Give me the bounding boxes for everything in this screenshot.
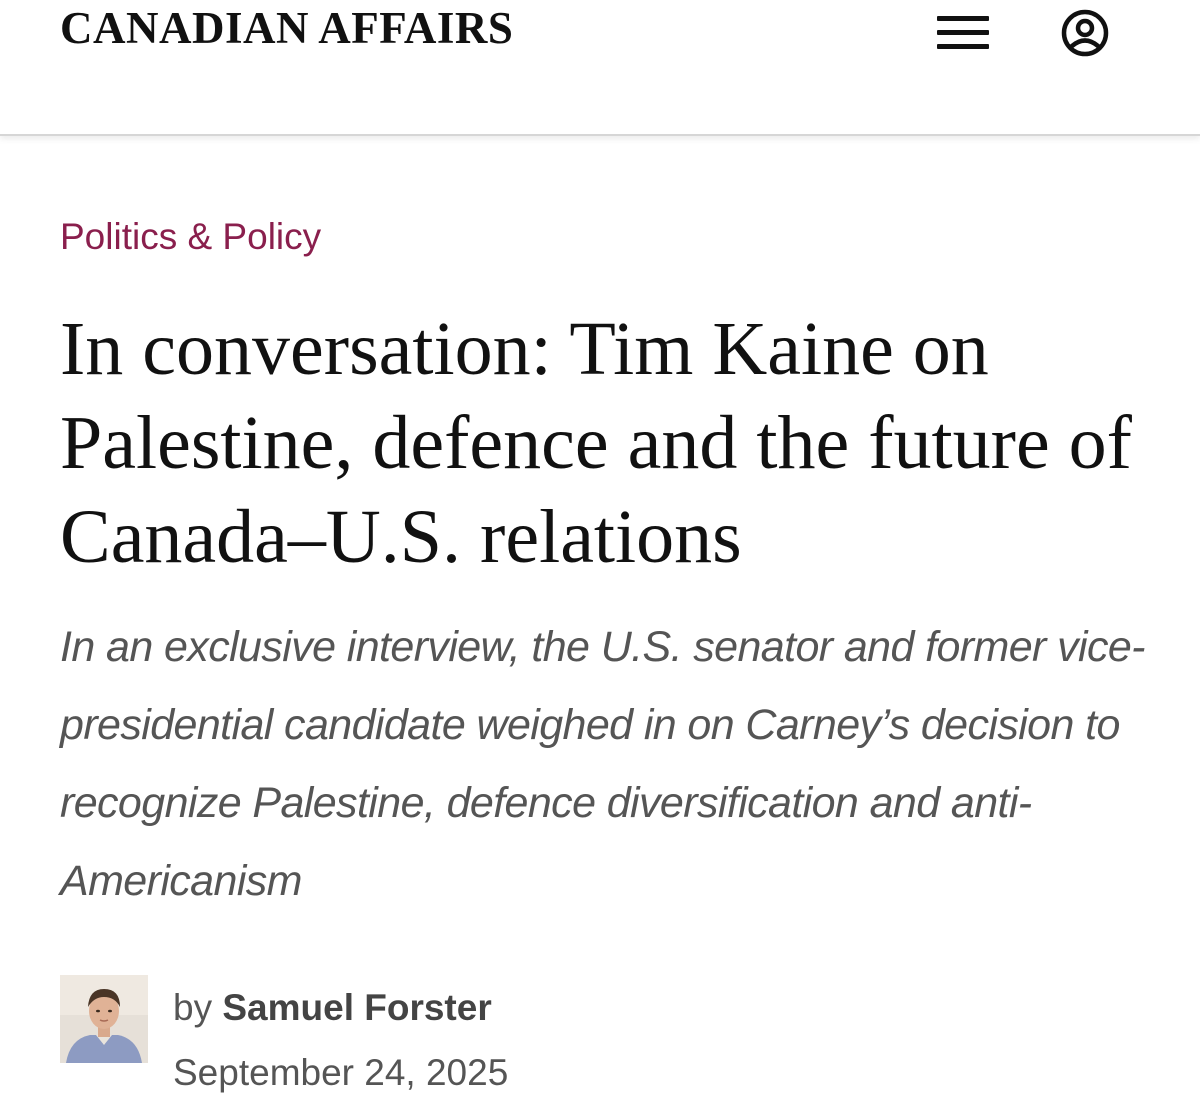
byline: by Samuel Forster September 24, 2025: [60, 975, 760, 1105]
site-header: CANADIAN AFFAIRS: [0, 0, 1200, 136]
menu-bar: [937, 30, 989, 35]
author-avatar[interactable]: [60, 975, 148, 1063]
menu-bar: [937, 16, 989, 21]
author-photo: [60, 975, 148, 1063]
menu-bar: [937, 44, 989, 49]
byline-prefix: by: [173, 987, 213, 1028]
hamburger-menu-icon[interactable]: [935, 14, 991, 54]
site-logo[interactable]: CANADIAN AFFAIRS: [60, 2, 513, 54]
category-link[interactable]: Politics & Policy: [60, 212, 321, 262]
user-circle-icon: [1061, 9, 1109, 57]
user-account-icon[interactable]: [1060, 8, 1110, 58]
article-headline: In conversation: Tim Kaine on Palestine,…: [60, 307, 1132, 579]
publish-date: September 24, 2025: [173, 1052, 509, 1093]
author-name-link[interactable]: Samuel Forster: [222, 987, 491, 1028]
article-dek: In an exclusive interview, the U.S. sena…: [60, 623, 1146, 905]
byline-author-line: by Samuel Forster: [173, 983, 492, 1033]
